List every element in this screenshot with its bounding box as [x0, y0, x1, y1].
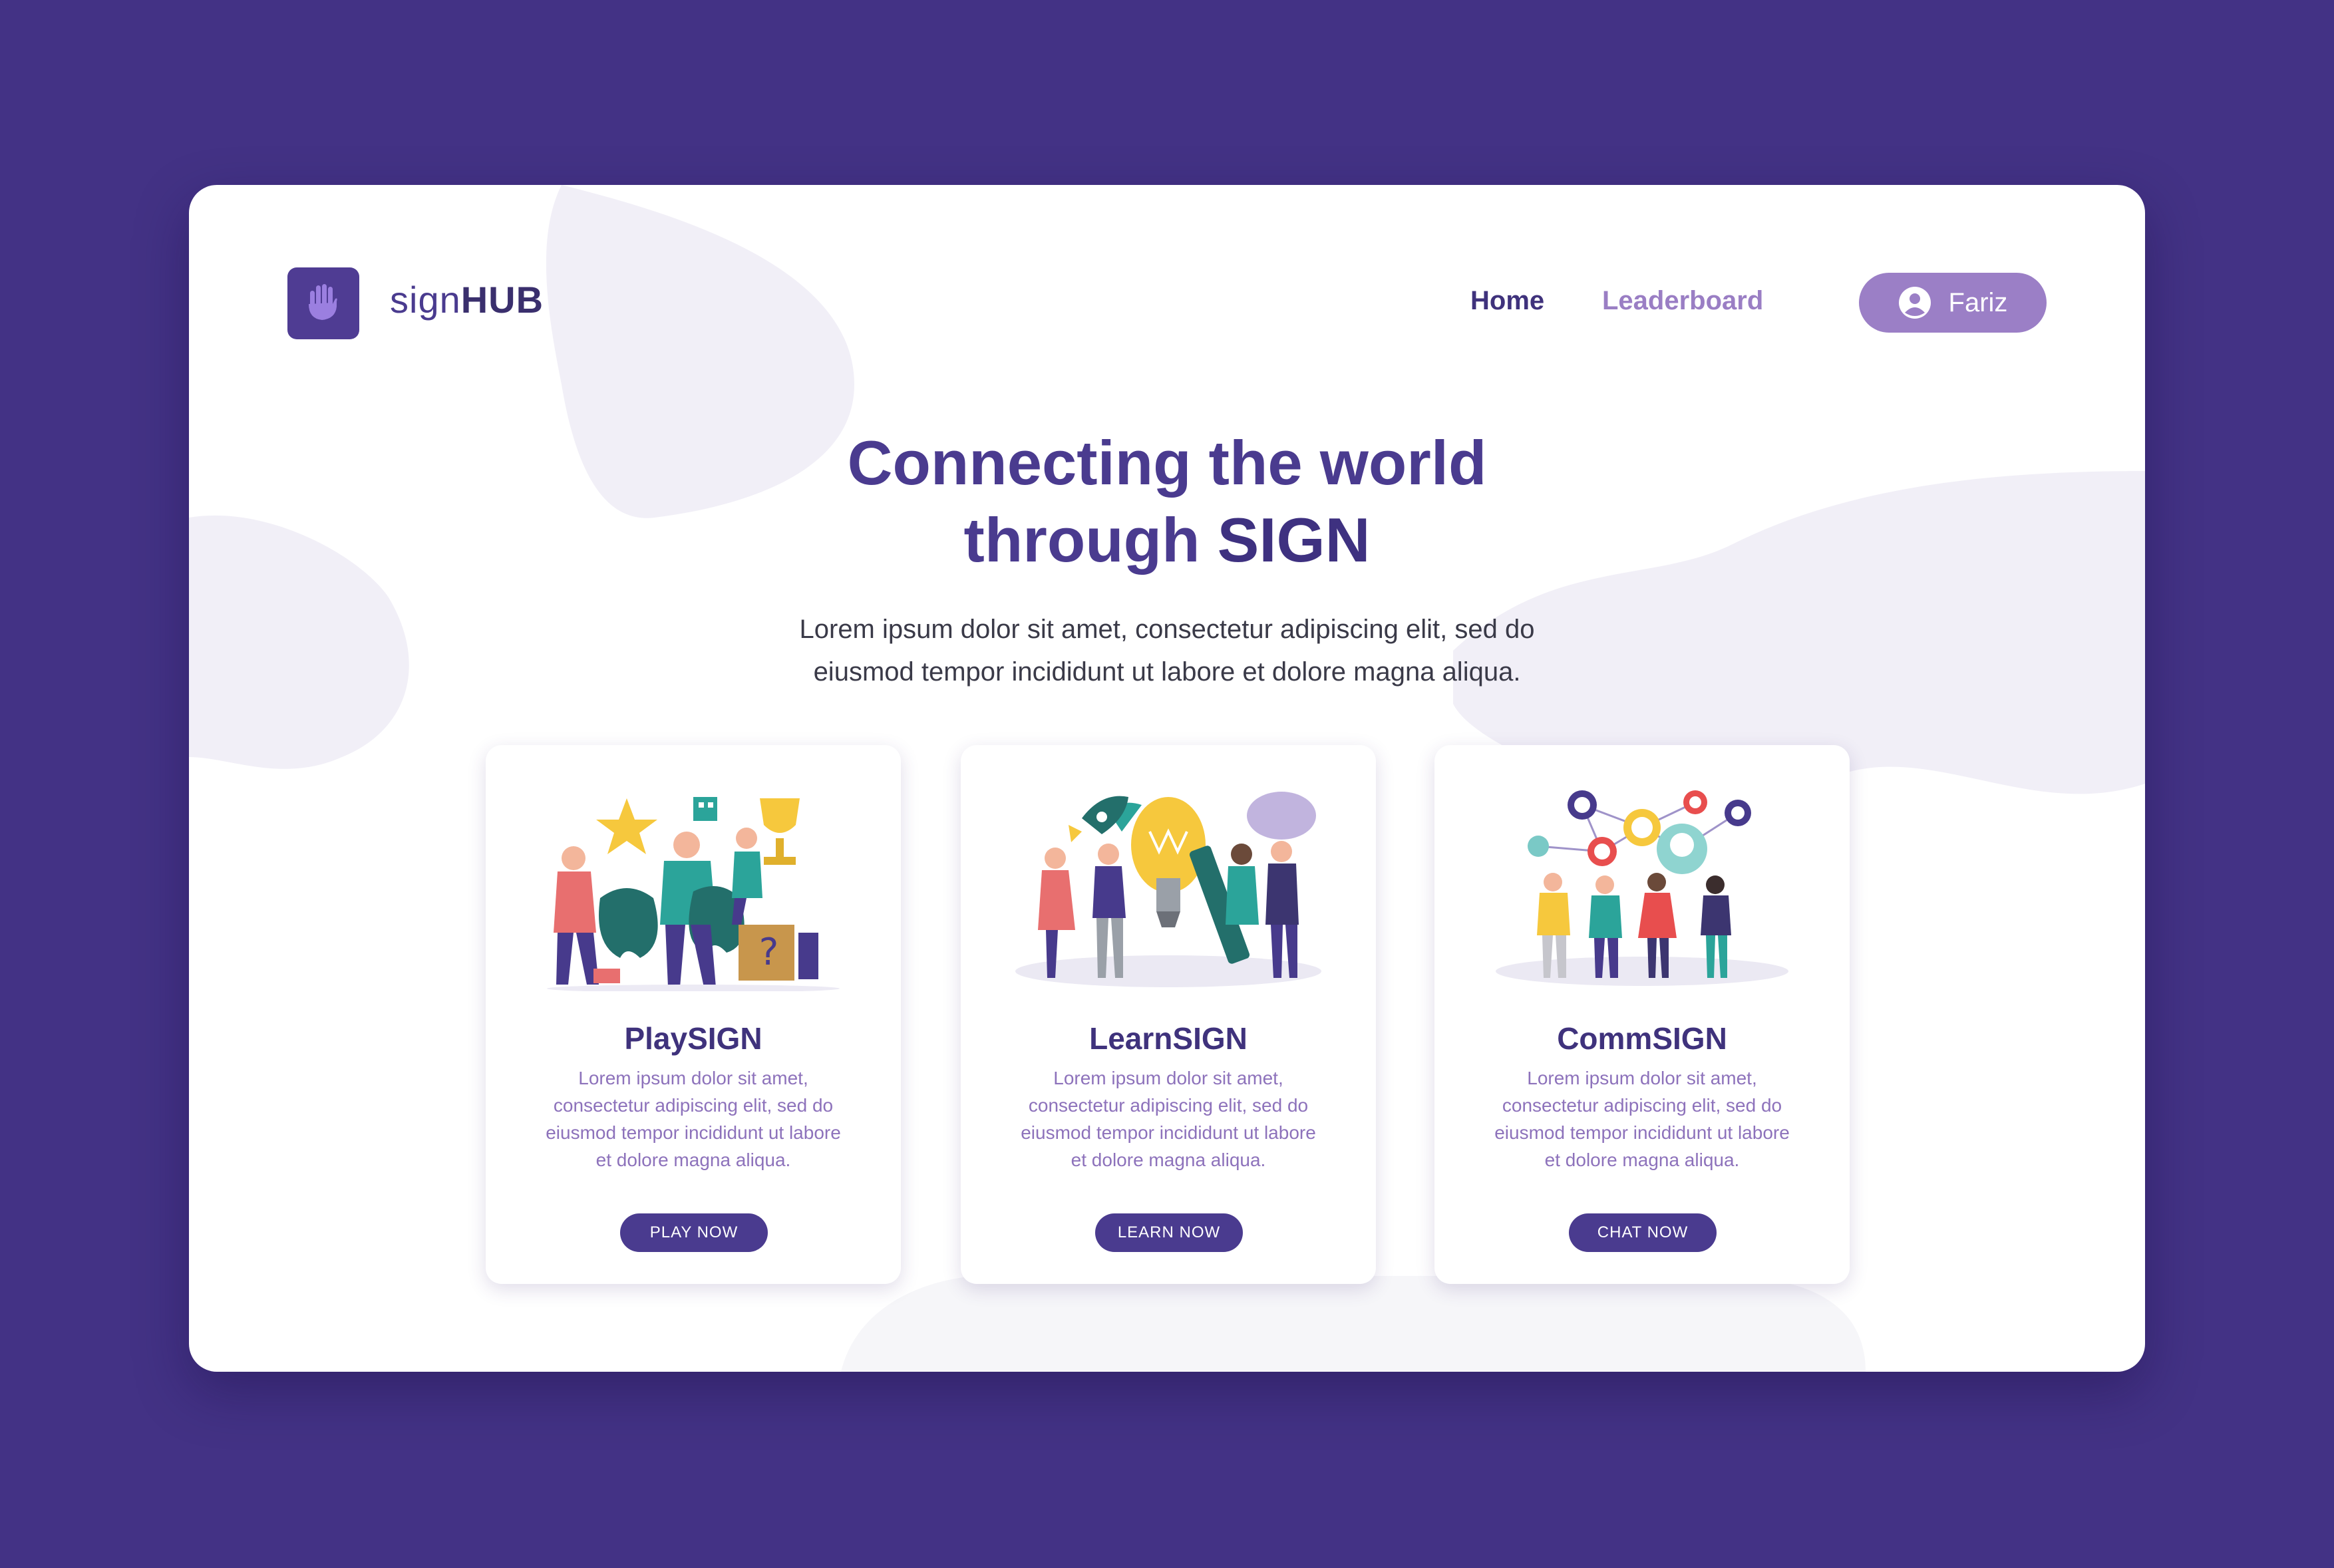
- card-desc-line: et dolore magna aliqua.: [1544, 1150, 1740, 1170]
- card-desc-line: consectetur adipiscing elit, sed do: [553, 1095, 834, 1116]
- brand-name-light: sign: [390, 279, 461, 321]
- card-description: Lorem ipsum dolor sit amet, consectetur …: [526, 1064, 861, 1174]
- learn-now-button[interactable]: LEARN NOW: [1095, 1213, 1243, 1252]
- hero-title: Connecting the world through SIGN: [189, 424, 2145, 579]
- card-desc-line: consectetur adipiscing elit, sed do: [1028, 1095, 1309, 1116]
- main-window: signHUB Home Leaderboard Fariz Connectin…: [189, 185, 2145, 1372]
- people-network-illustration: [1496, 790, 1788, 986]
- svg-text:?: ?: [757, 931, 780, 974]
- card-desc-line: consectetur adipiscing elit, sed do: [1502, 1095, 1782, 1116]
- hero-title-line1: Connecting the world: [847, 428, 1487, 498]
- people-gaming-illustration: ?: [547, 797, 840, 991]
- hero-subtitle: Lorem ipsum dolor sit amet, consectetur …: [655, 608, 1679, 693]
- nav-leaderboard-link[interactable]: Leaderboard: [1602, 286, 1763, 316]
- card-description: Lorem ipsum dolor sit amet, consectetur …: [1474, 1064, 1810, 1174]
- people-learning-illustration: [1015, 792, 1321, 987]
- hero-subtitle-line2: eiusmod tempor incididunt ut labore et d…: [813, 657, 1521, 687]
- card-desc-line: et dolore magna aliqua.: [1071, 1150, 1266, 1170]
- card-desc-line: eiusmod tempor incididunt ut labore: [1021, 1122, 1316, 1143]
- user-profile-button[interactable]: Fariz: [1859, 273, 2047, 333]
- hero-title-bold: SIGN: [1217, 505, 1371, 575]
- play-now-button[interactable]: PLAY NOW: [620, 1213, 768, 1252]
- card-title: LearnSIGN: [1089, 1021, 1248, 1056]
- card-title: PlaySIGN: [624, 1021, 762, 1056]
- card-commsign: CommSIGN Lorem ipsum dolor sit amet, con…: [1434, 745, 1850, 1284]
- hero-title-prefix: through: [963, 505, 1218, 575]
- card-desc-line: Lorem ipsum dolor sit amet,: [1053, 1068, 1283, 1088]
- hero-title-line2: through SIGN: [189, 502, 2145, 579]
- card-desc-line: Lorem ipsum dolor sit amet,: [578, 1068, 808, 1088]
- user-circle-icon: [1898, 287, 1931, 319]
- hero-subtitle-line1: Lorem ipsum dolor sit amet, consectetur …: [799, 615, 1535, 644]
- card-desc-line: eiusmod tempor incididunt ut labore: [546, 1122, 841, 1143]
- card-desc-line: eiusmod tempor incididunt ut labore: [1494, 1122, 1790, 1143]
- brand-name-bold: HUB: [460, 279, 544, 321]
- nav-home-link[interactable]: Home: [1470, 286, 1544, 316]
- user-name: Fariz: [1948, 287, 2008, 317]
- card-playsign: ? PlaySIGN Lorem ipsum dolor sit amet, c…: [486, 745, 901, 1284]
- card-learnsign: LearnSIGN Lorem ipsum dolor sit amet, co…: [961, 745, 1376, 1284]
- hand-icon: [309, 284, 337, 320]
- logo[interactable]: [287, 267, 359, 339]
- card-desc-line: et dolore magna aliqua.: [595, 1150, 791, 1170]
- brand-name[interactable]: signHUB: [390, 278, 544, 321]
- chat-now-button[interactable]: CHAT NOW: [1569, 1213, 1717, 1252]
- card-description: Lorem ipsum dolor sit amet, consectetur …: [1001, 1064, 1336, 1174]
- card-title: CommSIGN: [1557, 1021, 1727, 1056]
- card-desc-line: Lorem ipsum dolor sit amet,: [1527, 1068, 1757, 1088]
